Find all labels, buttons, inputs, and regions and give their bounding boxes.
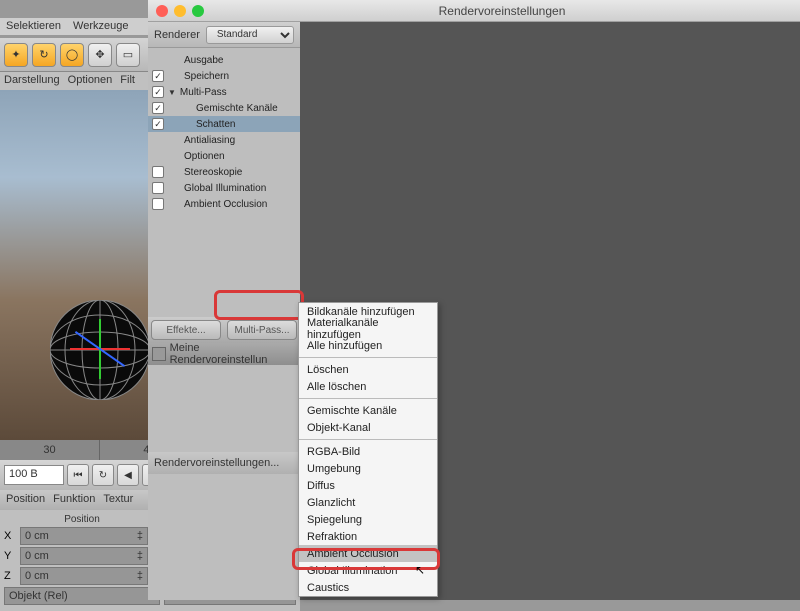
menu-tools[interactable]: Werkzeuge (73, 20, 128, 33)
pos-z-field[interactable]: 0 cm‡ (20, 567, 148, 585)
ctx-object-channel[interactable]: Objekt-Kanal (299, 419, 437, 436)
window-titlebar: Rendervoreinstellungen (148, 0, 800, 22)
preset-label: Meine Rendervoreinstellun (170, 342, 296, 366)
chk-stereo[interactable] (152, 166, 164, 178)
tool-move[interactable]: ✥ (88, 43, 112, 67)
tab-filter[interactable]: Filt (120, 74, 135, 88)
tool-select[interactable]: ▭ (116, 43, 140, 67)
tree-shadow[interactable]: Schatten (196, 119, 235, 130)
header-position: Position (4, 514, 160, 525)
go-start-button[interactable]: ⏮ (67, 464, 89, 486)
ctx-sep (299, 357, 437, 358)
tab-function[interactable]: Funktion (53, 493, 95, 507)
tab-display[interactable]: Darstellung (4, 74, 60, 88)
chk-mixed[interactable]: ✓ (152, 102, 164, 114)
multipass-context-menu: Bildkanäle hinzufügen Materialkanäle hin… (298, 302, 438, 597)
tree-gi[interactable]: Global Illumination (184, 183, 266, 194)
tab-position[interactable]: Position (6, 493, 45, 507)
toolbar: ✦ ↻ ◯ ✥ ▭ (0, 38, 148, 72)
tab-texture[interactable]: Textur (103, 493, 133, 507)
renderer-label: Renderer (154, 29, 200, 41)
tree-save[interactable]: Speichern (184, 71, 229, 82)
preset-bar[interactable]: Meine Rendervoreinstellun (148, 343, 300, 365)
ctx-ambient-occlusion[interactable]: Ambient Occlusion (299, 545, 437, 562)
ctx-delete-all[interactable]: Alle löschen (299, 378, 437, 395)
gear-icon[interactable] (152, 347, 166, 361)
zoom-icon[interactable] (192, 5, 204, 17)
ctx-mixed-channels[interactable]: Gemischte Kanäle (299, 402, 437, 419)
render-sidebar: Renderer Standard Ausgabe ✓Speichern ✓▼M… (148, 22, 300, 600)
viewport[interactable] (0, 90, 148, 440)
ctx-sep (299, 398, 437, 399)
object-mode-select[interactable]: Objekt (Rel) (4, 587, 160, 605)
render-tree: Ausgabe ✓Speichern ✓▼Multi-Pass ✓Gemisch… (148, 48, 300, 216)
tree-mixed-channels[interactable]: Gemischte Kanäle (196, 103, 278, 114)
chk-gi[interactable] (152, 182, 164, 194)
ctx-reflection[interactable]: Spiegelung (299, 511, 437, 528)
ctx-rgba[interactable]: RGBA-Bild (299, 443, 437, 460)
step-back-button[interactable]: ◀ (117, 464, 139, 486)
menubar: Selektieren Werkzeuge (0, 18, 148, 36)
render-settings-panel: Renderer Standard Ausgabe ✓Speichern ✓▼M… (148, 22, 800, 600)
view-tabbar: Darstellung Optionen Filt (0, 72, 148, 90)
bottom-presets[interactable]: Rendervoreinstellungen... (148, 452, 300, 474)
tool-rotate[interactable]: ↻ (32, 43, 56, 67)
renderer-select[interactable]: Standard (206, 26, 294, 44)
effects-button[interactable]: Effekte... (151, 320, 221, 340)
tree-multipass[interactable]: Multi-Pass (180, 87, 227, 98)
multipass-button[interactable]: Multi-Pass... (227, 320, 297, 340)
ctx-add-material-channels[interactable]: Materialkanäle hinzufügen (299, 320, 437, 337)
tool-scale[interactable]: ◯ (60, 43, 84, 67)
refresh-button[interactable]: ↻ (92, 464, 114, 486)
ctx-refraction[interactable]: Refraktion (299, 528, 437, 545)
tree-antialias[interactable]: Antialiasing (184, 135, 235, 146)
tree-options[interactable]: Optionen (184, 151, 225, 162)
pos-x-field[interactable]: 0 cm‡ (20, 527, 148, 545)
chk-multipass[interactable]: ✓ (152, 86, 164, 98)
tree-output[interactable]: Ausgabe (184, 55, 223, 66)
tool-live[interactable]: ✦ (4, 43, 28, 67)
ctx-specular[interactable]: Glanzlicht (299, 494, 437, 511)
ctx-environment[interactable]: Umgebung (299, 460, 437, 477)
frame-field[interactable]: 100 B (4, 465, 64, 485)
tree-ao[interactable]: Ambient Occlusion (184, 199, 267, 210)
chk-shadow[interactable]: ✓ (152, 118, 164, 130)
ctx-caustics[interactable]: Caustics (299, 579, 437, 596)
menu-select[interactable]: Selektieren (6, 20, 61, 33)
close-icon[interactable] (156, 5, 168, 17)
chk-save[interactable]: ✓ (152, 70, 164, 82)
window-title: Rendervoreinstellungen (204, 4, 800, 18)
pos-y-field[interactable]: 0 cm‡ (20, 547, 148, 565)
ctx-delete[interactable]: Löschen (299, 361, 437, 378)
tree-stereo[interactable]: Stereoskopie (184, 167, 242, 178)
ctx-global-illumination[interactable]: Global Illumination (299, 562, 437, 579)
ctx-sep (299, 439, 437, 440)
chk-ao[interactable] (152, 198, 164, 210)
minimize-icon[interactable] (174, 5, 186, 17)
tab-options[interactable]: Optionen (68, 74, 113, 88)
ctx-diffuse[interactable]: Diffus (299, 477, 437, 494)
